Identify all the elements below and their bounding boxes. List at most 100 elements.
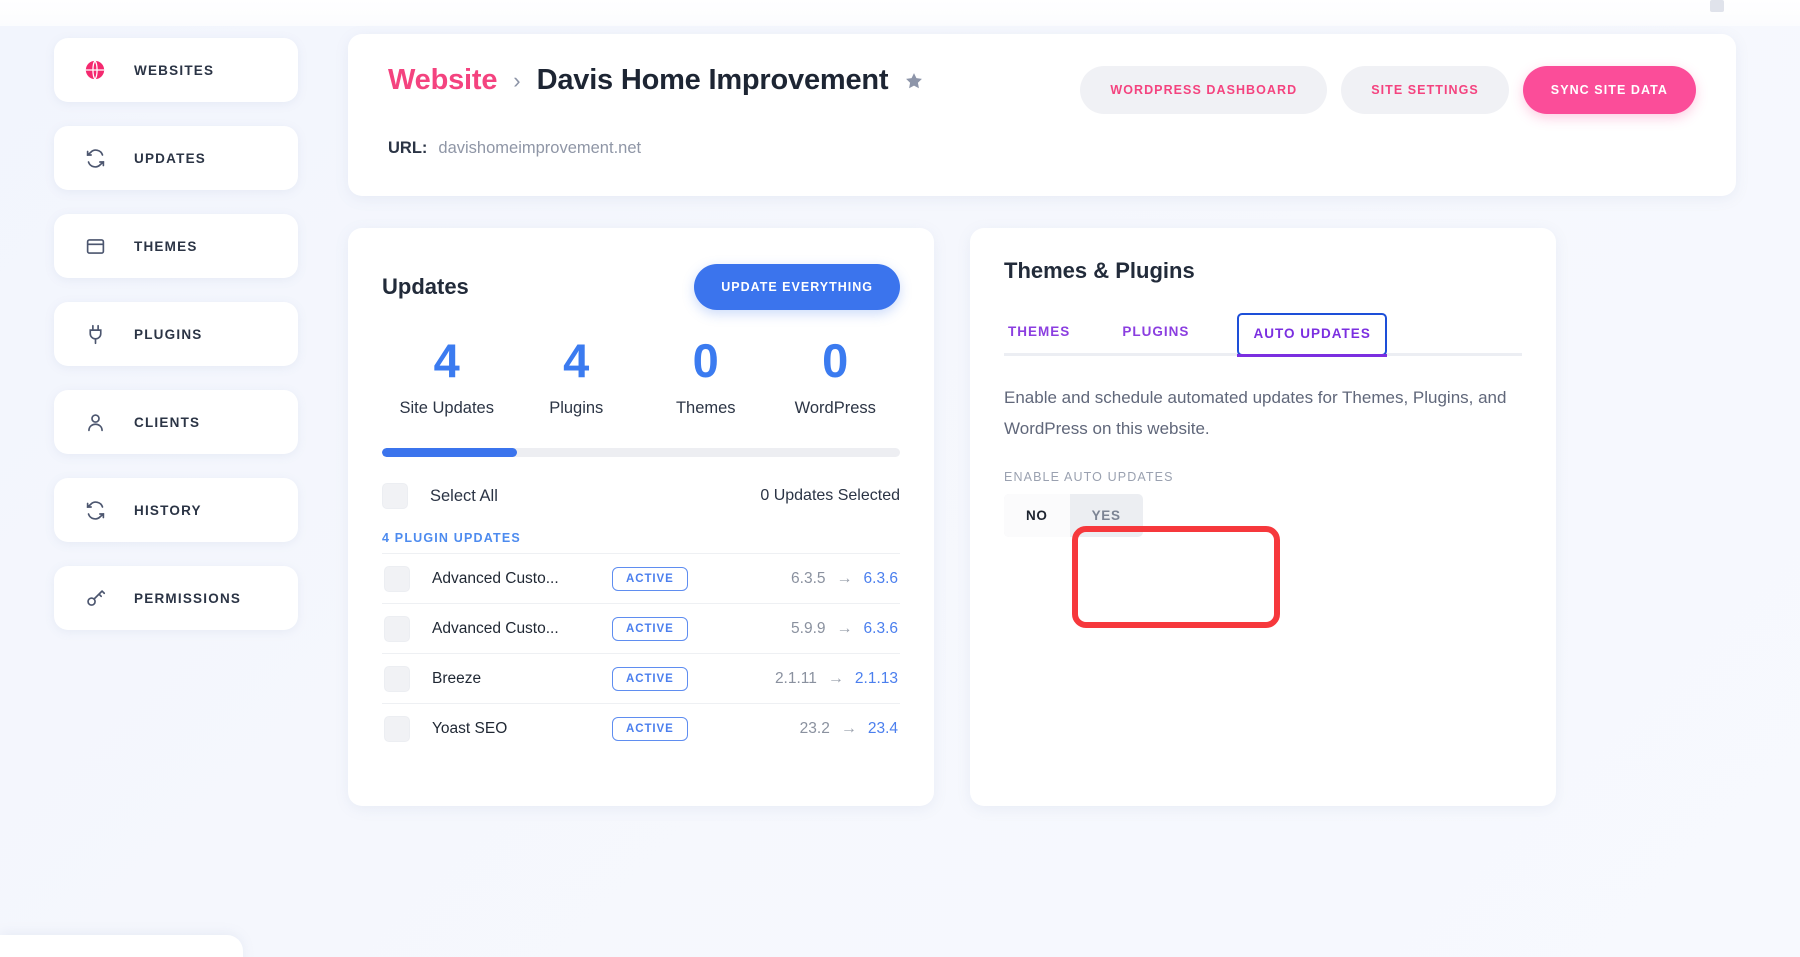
sidebar-item-label: HISTORY — [134, 503, 202, 518]
stat-plugins: 4 Plugins — [512, 336, 642, 418]
stat-value: 4 — [512, 336, 642, 385]
tab-auto-updates[interactable]: AUTO UPDATES — [1237, 313, 1386, 356]
site-settings-button[interactable]: SITE SETTINGS — [1341, 66, 1509, 114]
page-title: Davis Home Improvement — [537, 64, 889, 97]
breadcrumb-root-link[interactable]: Website — [388, 64, 497, 97]
globe-icon — [82, 57, 108, 83]
window-icon — [82, 233, 108, 259]
dashboard-columns: Updates UPDATE EVERYTHING 4 Site Updates… — [348, 228, 1748, 806]
status-badge: ACTIVE — [612, 717, 688, 741]
star-icon[interactable] — [904, 71, 924, 91]
stat-label: Themes — [641, 399, 771, 418]
sidebar-item-label: THEMES — [134, 239, 198, 254]
updates-card-title: Updates — [382, 274, 469, 300]
themes-plugins-tabs: THEMES PLUGINS AUTO UPDATES — [1004, 312, 1522, 356]
plugin-name: Breeze — [432, 670, 612, 688]
url-label: URL: — [388, 139, 427, 158]
updates-progress-bar — [382, 448, 900, 457]
toggle-option-yes[interactable]: YES — [1070, 494, 1143, 537]
version-change: 23.2 → 23.4 — [800, 720, 898, 738]
sync-site-data-button[interactable]: SYNC SITE DATA — [1523, 66, 1696, 114]
row-checkbox[interactable] — [384, 616, 410, 642]
enable-auto-updates-control: ENABLE AUTO UPDATES NO YES — [1004, 470, 1204, 537]
plugin-updates-list: Advanced Custo... ACTIVE 6.3.5 → 6.3.6 A… — [382, 553, 900, 753]
table-row[interactable]: Advanced Custo... ACTIVE 6.3.5 → 6.3.6 — [382, 553, 900, 603]
auto-updates-description: Enable and schedule automated updates fo… — [1004, 382, 1522, 444]
stat-label: WordPress — [771, 399, 901, 418]
version-change: 6.3.5 → 6.3.6 — [791, 570, 898, 588]
plugin-name: Yoast SEO — [432, 720, 612, 738]
select-all-checkbox[interactable] — [382, 483, 408, 509]
sidebar-item-themes[interactable]: THEMES — [54, 214, 298, 278]
status-badge: ACTIVE — [612, 667, 688, 691]
sidebar: WEBSITES UPDATES THEMES — [54, 38, 298, 654]
app-root: WEBSITES UPDATES THEMES — [0, 0, 1800, 957]
plug-icon — [82, 321, 108, 347]
updates-selected-count: 0 Updates Selected — [760, 487, 900, 505]
plugin-name: Advanced Custo... — [432, 620, 612, 638]
row-checkbox[interactable] — [384, 716, 410, 742]
sidebar-item-label: PLUGINS — [134, 327, 203, 342]
url-value[interactable]: davishomeimprovement.net — [438, 139, 641, 158]
updates-stats: 4 Site Updates 4 Plugins 0 Themes 0 Word… — [382, 336, 900, 418]
sidebar-item-clients[interactable]: CLIENTS — [54, 390, 298, 454]
sidebar-item-label: PERMISSIONS — [134, 591, 241, 606]
bottom-left-panel-edge — [0, 935, 243, 957]
old-version: 2.1.11 — [775, 670, 817, 688]
sidebar-item-label: WEBSITES — [134, 63, 214, 78]
main-content: Website › Davis Home Improvement WORDPRE… — [348, 34, 1748, 806]
sidebar-item-label: UPDATES — [134, 151, 206, 166]
chevron-right-icon: › — [513, 68, 520, 94]
updates-card: Updates UPDATE EVERYTHING 4 Site Updates… — [348, 228, 934, 806]
updates-progress-fill — [382, 448, 517, 457]
select-all-row: Select All 0 Updates Selected — [382, 483, 900, 509]
stat-value: 4 — [382, 336, 512, 385]
version-change: 5.9.9 → 6.3.6 — [791, 620, 898, 638]
key-icon — [82, 585, 108, 611]
old-version: 6.3.5 — [791, 570, 825, 588]
refresh-icon — [82, 497, 108, 523]
scroll-indicator-artifact — [1710, 0, 1724, 12]
tab-plugins[interactable]: PLUGINS — [1118, 312, 1193, 353]
stat-value: 0 — [771, 336, 901, 385]
plugin-name: Advanced Custo... — [432, 570, 612, 588]
updates-card-header: Updates UPDATE EVERYTHING — [382, 264, 900, 310]
stat-themes: 0 Themes — [641, 336, 771, 418]
user-icon — [82, 409, 108, 435]
refresh-icon — [82, 145, 108, 171]
version-change: 2.1.11 → 2.1.13 — [775, 670, 898, 688]
auto-updates-toggle[interactable]: NO YES — [1004, 494, 1143, 537]
stat-site-updates: 4 Site Updates — [382, 336, 512, 418]
toggle-option-no[interactable]: NO — [1004, 494, 1070, 537]
themes-plugins-title: Themes & Plugins — [1004, 258, 1522, 284]
sidebar-item-websites[interactable]: WEBSITES — [54, 38, 298, 102]
update-everything-button[interactable]: UPDATE EVERYTHING — [694, 264, 900, 310]
tab-themes[interactable]: THEMES — [1004, 312, 1074, 353]
status-badge: ACTIVE — [612, 567, 688, 591]
site-header-card: Website › Davis Home Improvement WORDPRE… — [348, 34, 1736, 196]
row-checkbox[interactable] — [384, 566, 410, 592]
stat-label: Plugins — [512, 399, 642, 418]
select-all-label: Select All — [430, 487, 498, 506]
arrow-right-icon: → — [841, 720, 857, 738]
sidebar-item-updates[interactable]: UPDATES — [54, 126, 298, 190]
row-checkbox[interactable] — [384, 666, 410, 692]
themes-plugins-card: Themes & Plugins THEMES PLUGINS AUTO UPD… — [970, 228, 1556, 806]
sidebar-item-plugins[interactable]: PLUGINS — [54, 302, 298, 366]
stat-label: Site Updates — [382, 399, 512, 418]
old-version: 5.9.9 — [791, 620, 825, 638]
new-version: 23.4 — [868, 720, 898, 738]
old-version: 23.2 — [800, 720, 830, 738]
arrow-right-icon: → — [837, 620, 853, 638]
sidebar-item-permissions[interactable]: PERMISSIONS — [54, 566, 298, 630]
sidebar-item-history[interactable]: HISTORY — [54, 478, 298, 542]
table-row[interactable]: Yoast SEO ACTIVE 23.2 → 23.4 — [382, 703, 900, 753]
wordpress-dashboard-button[interactable]: WORDPRESS DASHBOARD — [1080, 66, 1327, 114]
status-badge: ACTIVE — [612, 617, 688, 641]
page-top-band — [0, 0, 1800, 26]
new-version: 6.3.6 — [864, 620, 898, 638]
table-row[interactable]: Advanced Custo... ACTIVE 5.9.9 → 6.3.6 — [382, 603, 900, 653]
site-url-row: URL: davishomeimprovement.net — [388, 139, 1696, 158]
table-row[interactable]: Breeze ACTIVE 2.1.11 → 2.1.13 — [382, 653, 900, 703]
arrow-right-icon: → — [837, 570, 853, 588]
